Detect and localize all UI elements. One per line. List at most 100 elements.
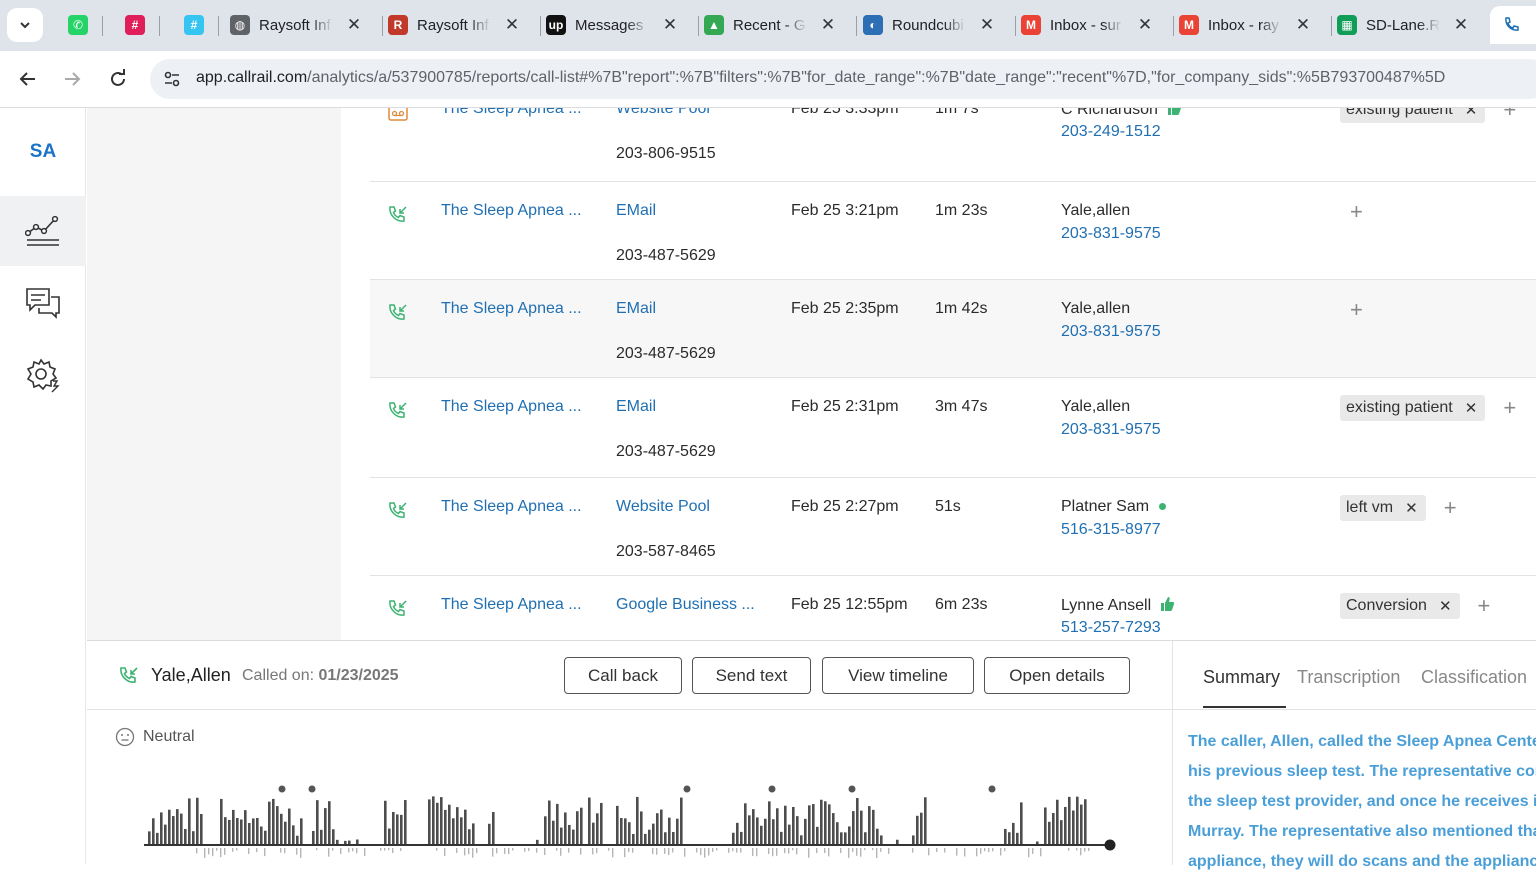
speaker-marker[interactable] (278, 785, 286, 793)
table-row[interactable]: The Sleep Apnea ... EMail 203-487-5629 Feb … (370, 182, 1536, 280)
caller-phone-link[interactable]: 203-249-1512 (1061, 123, 1161, 141)
waveform-bar-secondary (816, 848, 818, 854)
analytics-icon (25, 215, 59, 246)
playhead-handle[interactable] (1104, 839, 1116, 851)
caller-name-text: Platner Sam (1061, 498, 1150, 515)
table-row[interactable]: The Sleep Apnea ... Google Business ... Fe… (370, 576, 1536, 640)
source-link[interactable]: EMail (616, 398, 656, 416)
call-audio-waveform[interactable] (142, 781, 1122, 865)
add-tag-button[interactable]: + (1503, 108, 1516, 121)
view-timeline-button[interactable]: View timeline (822, 657, 974, 694)
speaker-marker[interactable] (683, 785, 691, 793)
browser-tab[interactable]: R Raysoft Inf ✕ (376, 6, 534, 44)
source-link[interactable]: EMail (616, 300, 656, 318)
waveform-bar (820, 799, 823, 844)
browser-tab[interactable]: ◐ Roundcubi ✕ (851, 6, 1009, 44)
add-tag-button[interactable]: + (1444, 497, 1457, 519)
waveform-bar (588, 797, 591, 844)
waveform-bar (732, 832, 735, 844)
browser-tab[interactable]: ◍ Raysoft Inf ✕ (218, 6, 376, 44)
close-tab-icon[interactable]: ✕ (1452, 15, 1470, 35)
remove-tag-icon[interactable]: ✕ (1405, 499, 1418, 517)
caller-phone-link[interactable]: 203-831-9575 (1061, 225, 1161, 243)
reload-button[interactable] (104, 65, 132, 93)
whatsapp-icon: ✆ (68, 15, 88, 35)
remove-tag-icon[interactable]: ✕ (1465, 399, 1478, 417)
company-link[interactable]: The Sleep Apnea ... (441, 498, 582, 516)
company-link[interactable]: The Sleep Apnea ... (441, 596, 582, 614)
call-back-button[interactable]: Call back (564, 657, 682, 694)
address-bar[interactable]: app.callrail.com/analytics/a/537900785/r… (150, 59, 1536, 99)
browser-tab[interactable]: ▲ Recent - G ✕ (692, 6, 850, 44)
gmail-icon: M (1179, 15, 1199, 35)
waveform-bar-secondary (668, 848, 670, 855)
tab-classification[interactable]: Classification (1421, 667, 1527, 688)
tab-callrail[interactable] (1490, 6, 1536, 44)
caller-phone-link[interactable]: 516-315-8977 (1061, 521, 1161, 539)
speaker-marker[interactable] (848, 785, 856, 793)
caller-name-text: Yale,allen (1061, 398, 1131, 415)
company-link[interactable]: The Sleep Apnea ... (441, 202, 582, 220)
speaker-marker[interactable] (308, 785, 316, 793)
close-tab-icon[interactable]: ✕ (345, 15, 363, 35)
sidebar-item-analytics[interactable] (0, 196, 86, 266)
waveform-bar-secondary (944, 848, 946, 853)
browser-tab[interactable]: ▦ SD-Lane.R ✕ (1325, 6, 1483, 44)
tab-search-button[interactable] (7, 8, 43, 42)
sidebar-item-settings[interactable] (0, 340, 86, 410)
caller-phone-link[interactable]: 513-257-7293 (1061, 619, 1161, 637)
add-tag-button[interactable]: + (1503, 397, 1516, 419)
browser-tab[interactable]: M Inbox - sur ✕ (1009, 6, 1167, 44)
waveform-bar (596, 813, 599, 844)
company-link[interactable]: The Sleep Apnea ... (441, 300, 582, 318)
open-details-button[interactable]: Open details (984, 657, 1130, 694)
source-link[interactable]: Google Business ... (616, 596, 755, 614)
account-initials[interactable]: SA (0, 141, 86, 163)
caller-phone-link[interactable]: 203-831-9575 (1061, 323, 1161, 341)
waveform-bar (268, 801, 271, 844)
waveform-bar (232, 809, 235, 844)
source-link[interactable]: EMail (616, 202, 656, 220)
waveform-bar-secondary (980, 848, 982, 854)
browser-tab[interactable]: M Inbox - ray ✕ (1167, 6, 1325, 44)
close-tab-icon[interactable]: ✕ (1136, 15, 1154, 35)
close-tab-icon[interactable]: ✕ (978, 15, 996, 35)
source-link[interactable]: Website Pool (616, 498, 710, 516)
site-info-icon[interactable] (162, 69, 182, 89)
add-tag-button[interactable]: + (1478, 595, 1491, 617)
close-tab-icon[interactable]: ✕ (1294, 15, 1312, 35)
close-tab-icon[interactable]: ✕ (819, 15, 837, 35)
browser-tab[interactable]: # (113, 6, 153, 44)
speaker-marker[interactable] (988, 785, 996, 793)
tab-transcription[interactable]: Transcription (1297, 667, 1400, 688)
waveform-bar-secondary (988, 848, 990, 852)
table-row[interactable]: The Sleep Apnea ... EMail 203-487-5629 Feb … (370, 378, 1536, 478)
table-row[interactable]: The Sleep Apnea ... Website Pool 203-587-8… (370, 478, 1536, 576)
caller-phone-link[interactable]: 203-831-9575 (1061, 421, 1161, 439)
table-row[interactable]: The Sleep Apnea ... Website Pool 203-806-9… (370, 108, 1536, 182)
add-tag-button[interactable]: + (1350, 299, 1363, 321)
tab-summary[interactable]: Summary (1203, 667, 1280, 688)
company-link[interactable]: The Sleep Apnea ... (441, 108, 582, 118)
table-row[interactable]: The Sleep Apnea ... EMail 203-487-5629 Feb … (370, 280, 1536, 378)
browser-tab[interactable]: up Messages ✕ (534, 6, 692, 44)
company-link[interactable]: The Sleep Apnea ... (441, 398, 582, 416)
sidebar-item-conversations[interactable] (0, 268, 86, 338)
remove-tag-icon[interactable]: ✕ (1465, 108, 1478, 119)
browser-tab[interactable]: ✆ (56, 6, 96, 44)
browser-tab[interactable]: # (172, 6, 212, 44)
waveform-bar-secondary (556, 848, 558, 851)
waveform-bar (620, 818, 623, 844)
remove-tag-icon[interactable]: ✕ (1439, 597, 1452, 615)
add-tag-button[interactable]: + (1350, 201, 1363, 223)
browser-toolbar: app.callrail.com/analytics/a/537900785/r… (0, 51, 1536, 108)
upwork-icon: up (546, 15, 566, 35)
send-text-button[interactable]: Send text (692, 657, 811, 694)
source-link[interactable]: Website Pool (616, 108, 710, 118)
close-tab-icon[interactable]: ✕ (503, 15, 521, 35)
waveform-bar (1084, 799, 1087, 844)
close-tab-icon[interactable]: ✕ (661, 15, 679, 35)
back-button[interactable] (14, 65, 42, 93)
forward-button[interactable] (58, 65, 86, 93)
speaker-marker[interactable] (768, 785, 776, 793)
